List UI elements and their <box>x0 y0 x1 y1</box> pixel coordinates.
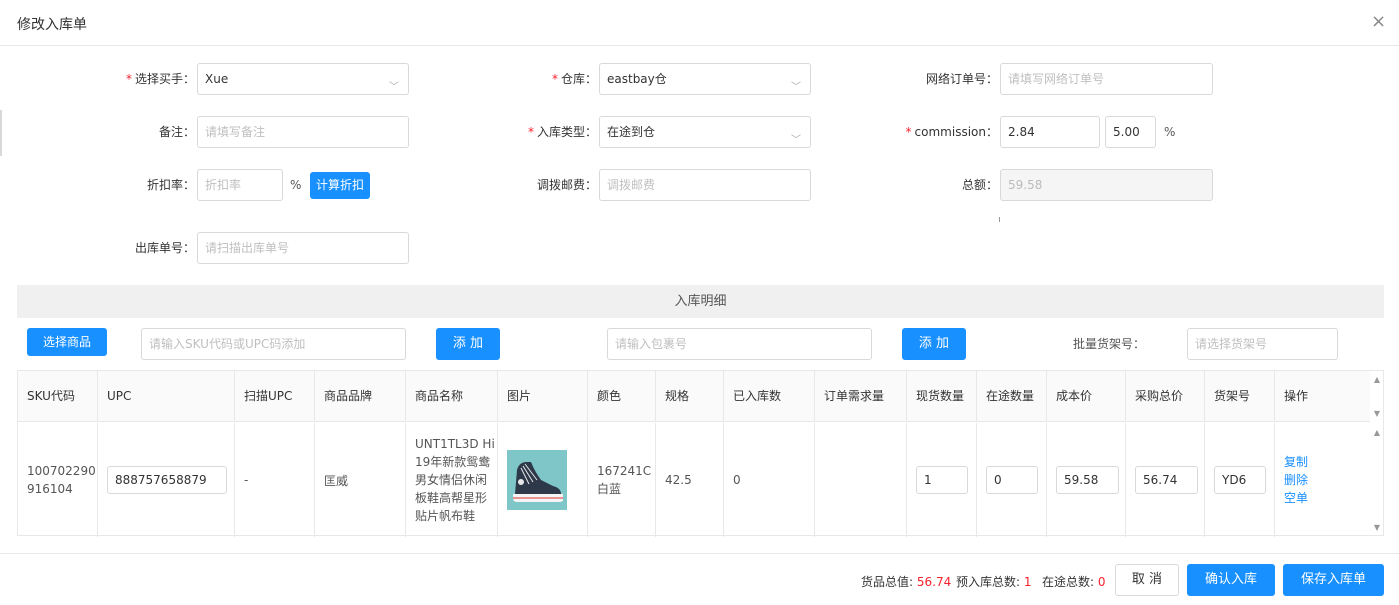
batch-shelf-select[interactable]: 请选择货架号 <box>1187 328 1338 360</box>
empty-order-link[interactable]: 空单 <box>1284 489 1308 507</box>
cell-size: 42.5 <box>656 423 724 537</box>
scroll-down-icon[interactable]: ▼ <box>1374 409 1380 418</box>
cell-cost: 59.58 <box>1047 423 1126 537</box>
detail-section-title: 入库明细 <box>17 285 1384 318</box>
th-purchase-total: 采购总价 <box>1126 371 1205 422</box>
transfer-postage-input[interactable]: 调拨邮费 <box>599 169 811 201</box>
warehouse-select[interactable]: eastbay仓 ﹀ <box>599 63 811 95</box>
th-sku: SKU代码 <box>18 371 98 422</box>
shelf-input[interactable]: YD6 <box>1214 466 1266 494</box>
add-sku-button[interactable]: 添 加 <box>436 328 500 360</box>
remark-input[interactable]: 请填写备注 <box>197 116 409 148</box>
cell-purchase-total: 56.74 <box>1126 423 1205 537</box>
total-label: 总额： <box>961 178 998 192</box>
table-header: SKU代码 UPC 扫描UPC 商品品牌 商品名称 图片 颜色 规格 已入库数 … <box>18 371 1370 422</box>
close-icon[interactable]: × <box>1371 12 1386 32</box>
transfer-postage-label: 调拨邮费： <box>536 178 597 192</box>
in-transit-stat: 在途总数: 0 <box>1042 575 1106 589</box>
pre-inbound-stat: 预入库总数: 1 <box>956 575 1032 589</box>
transit-qty-input[interactable]: 0 <box>986 466 1038 494</box>
left-edge-strip <box>0 110 2 156</box>
th-cost: 成本价 <box>1047 371 1126 422</box>
table-row: 100702290 916104 888757658879 - 匡威 UNT1TL… <box>18 423 1370 537</box>
stock-qty-input[interactable]: 1 <box>916 466 968 494</box>
calc-discount-button[interactable]: 计算折扣 <box>310 172 370 199</box>
online-order-label: 网络订单号： <box>925 72 998 86</box>
commission-label: * commission： <box>905 125 998 139</box>
purchase-total-input[interactable]: 56.74 <box>1135 466 1198 494</box>
chevron-down-icon: ﹀ <box>791 82 801 93</box>
th-order-demand: 订单需求量 <box>815 371 907 422</box>
cancel-button[interactable]: 取 消 <box>1115 564 1179 596</box>
cell-sku: 100702290 916104 <box>18 423 98 537</box>
scroll-up-icon[interactable]: ▲ <box>1374 428 1380 437</box>
product-image[interactable] <box>507 450 567 510</box>
discount-input[interactable]: 折扣率 <box>197 169 283 201</box>
upc-input[interactable]: 888757658879 <box>107 466 227 494</box>
chevron-down-icon: ﹀ <box>791 135 801 146</box>
th-name: 商品名称 <box>406 371 498 422</box>
dialog-header: 修改入库单 × <box>0 0 1399 46</box>
cell-transit-qty: 0 <box>977 423 1047 537</box>
buyer-select[interactable]: Xue ﹀ <box>197 63 409 95</box>
sku-upc-input[interactable]: 请输入SKU代码或UPC码添加 <box>141 328 406 360</box>
goods-total-stat: 货品总值: 56.74 <box>861 575 952 589</box>
th-transit-qty: 在途数量 <box>977 371 1047 422</box>
cost-input[interactable]: 59.58 <box>1056 466 1119 494</box>
inbound-type-select[interactable]: 在途到仓 ﹀ <box>599 116 811 148</box>
cell-stock-qty: 1 <box>907 423 977 537</box>
tick-mark <box>999 217 1000 222</box>
cell-actions: 复制 删除 空单 <box>1275 423 1370 537</box>
batch-shelf-label: 批量货架号： <box>1073 337 1146 351</box>
th-size: 规格 <box>656 371 724 422</box>
add-package-button[interactable]: 添 加 <box>902 328 966 360</box>
outbound-no-input[interactable]: 请扫描出库单号 <box>197 232 409 264</box>
commission-unit: % <box>1164 125 1176 139</box>
commission-rate-input[interactable]: 5.00 <box>1105 116 1156 148</box>
th-scan-upc: 扫描UPC <box>235 371 315 422</box>
th-color: 颜色 <box>588 371 656 422</box>
th-stock-qty: 现货数量 <box>907 371 977 422</box>
total-input: 59.58 <box>1000 169 1213 201</box>
th-image: 图片 <box>498 371 588 422</box>
inbound-type-label: * 入库类型： <box>527 125 597 139</box>
cell-image <box>498 423 588 537</box>
discount-label: 折扣率： <box>146 178 195 192</box>
th-upc: UPC <box>98 371 235 422</box>
confirm-inbound-button[interactable]: 确认入库 <box>1187 564 1275 596</box>
save-inbound-button[interactable]: 保存入库单 <box>1283 564 1384 596</box>
dialog-title: 修改入库单 <box>17 17 87 33</box>
cell-brand: 匡威 <box>315 423 406 537</box>
cell-scan-upc: - <box>235 423 315 537</box>
warehouse-label: * 仓库： <box>551 72 597 86</box>
cell-color: 167241C 白蓝 <box>588 423 656 537</box>
buyer-label: * 选择买手： <box>125 72 195 86</box>
cell-shelf: YD6 <box>1205 423 1275 537</box>
th-shelf: 货架号 <box>1205 371 1275 422</box>
chevron-down-icon: ﹀ <box>389 82 399 93</box>
table-scrollbar[interactable]: ▲ ▼ ▲ ▼ <box>1369 371 1383 535</box>
th-received: 已入库数 <box>724 371 815 422</box>
online-order-input[interactable]: 请填写网络订单号 <box>1000 63 1213 95</box>
cell-order-demand <box>815 423 907 537</box>
commission-input[interactable]: 2.84 <box>1000 116 1100 148</box>
discount-unit: % <box>290 178 302 192</box>
select-goods-button[interactable]: 选择商品 <box>27 328 107 356</box>
delete-link[interactable]: 删除 <box>1284 471 1308 489</box>
inbound-detail-table: SKU代码 UPC 扫描UPC 商品品牌 商品名称 图片 颜色 规格 已入库数 … <box>17 370 1384 537</box>
scroll-up-icon[interactable]: ▲ <box>1374 375 1380 384</box>
cell-received: 0 <box>724 423 815 537</box>
th-brand: 商品品牌 <box>315 371 406 422</box>
cell-upc: 888757658879 <box>98 423 235 537</box>
remark-label: 备注： <box>158 125 195 139</box>
outbound-no-label: 出库单号： <box>134 241 195 255</box>
cell-name: UNT1TL3D Hi 19年新款鸳鸯 男女情侣休闲 板鞋高帮星形 贴片帆布鞋 <box>406 423 498 537</box>
package-input[interactable]: 请输入包裹号 <box>607 328 872 360</box>
scroll-down-icon[interactable]: ▼ <box>1374 523 1380 532</box>
th-actions: 操作 <box>1284 389 1309 403</box>
copy-link[interactable]: 复制 <box>1284 453 1308 471</box>
